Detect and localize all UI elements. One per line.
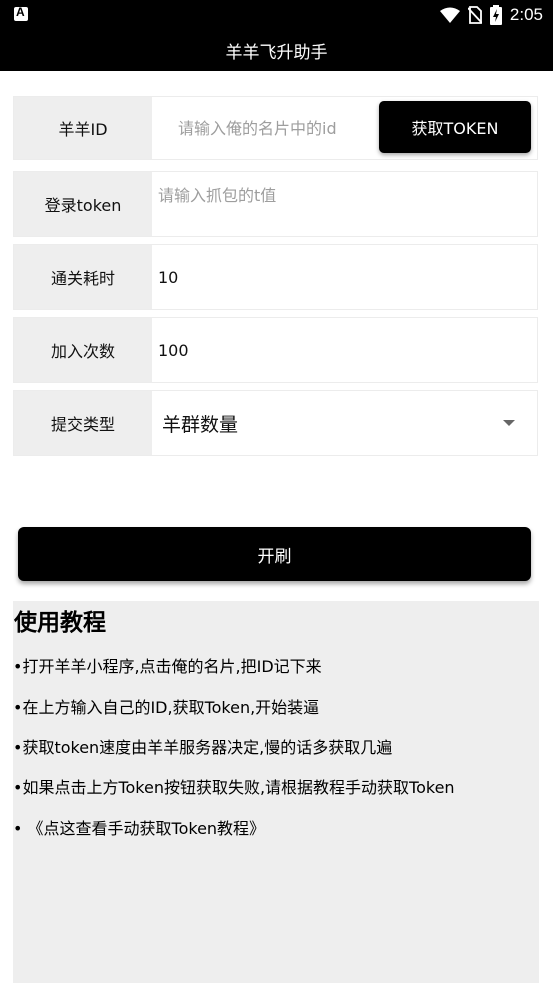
sheep-id-label: 羊羊ID (14, 97, 152, 159)
sheep-id-row: 羊羊ID 获取TOKEN (13, 96, 538, 160)
submit-type-select[interactable]: 羊群数量 (152, 391, 537, 455)
tutorial-item: •打开羊羊小程序,点击俺的名片,把ID记下来 (13, 657, 322, 676)
clear-time-row: 通关耗时 (13, 244, 538, 310)
status-bar: 2:05 (0, 0, 553, 30)
battery-charging-icon (489, 5, 502, 25)
submit-type-row: 提交类型 羊群数量 (13, 390, 538, 456)
get-token-button[interactable]: 获取TOKEN (379, 101, 531, 153)
join-count-label: 加入次数 (14, 318, 152, 382)
dropdown-arrow-icon (503, 420, 515, 426)
app-bar: 羊羊飞升助手 (0, 30, 553, 71)
tutorial-item: •获取token速度由羊羊服务器决定,慢的话多获取几遍 (13, 738, 393, 757)
submit-type-label: 提交类型 (14, 391, 152, 455)
app-title: 羊羊飞升助手 (225, 43, 328, 63)
notification-app-icon (14, 5, 28, 21)
clear-time-input[interactable] (152, 245, 537, 309)
login-token-label: 登录token (14, 172, 152, 236)
clear-time-label: 通关耗时 (14, 245, 152, 309)
tutorial-item: •在上方输入自己的ID,获取Token,开始装逼 (13, 698, 320, 717)
sheep-id-input[interactable] (152, 97, 373, 159)
tutorial-link[interactable]: • 《点这查看手动获取Token教程》 (13, 815, 265, 839)
login-token-input[interactable] (152, 172, 537, 218)
tutorial-title: 使用教程 (14, 610, 106, 636)
login-token-row: 登录token (13, 171, 538, 237)
tutorial-item: •如果点击上方Token按钮获取失败,请根据教程手动获取Token (13, 778, 455, 797)
wifi-icon (439, 7, 460, 23)
submit-type-value: 羊群数量 (162, 413, 239, 436)
no-sim-icon (467, 6, 482, 24)
tutorial-panel: 使用教程 •打开羊羊小程序,点击俺的名片,把ID记下来 •在上方输入自己的ID,… (13, 601, 539, 983)
status-icons: 2:05 (439, 3, 543, 27)
join-count-row: 加入次数 (13, 317, 538, 383)
join-count-input[interactable] (152, 318, 537, 382)
status-time: 2:05 (509, 5, 543, 24)
start-button[interactable]: 开刷 (18, 527, 531, 581)
